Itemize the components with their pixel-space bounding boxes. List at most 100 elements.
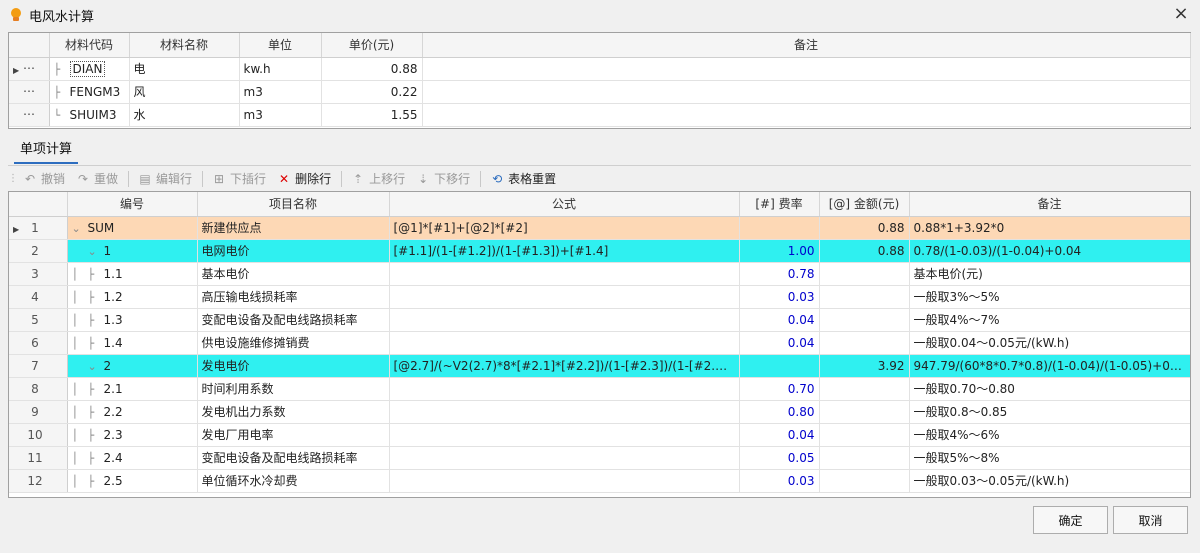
cell-rate[interactable]: 0.70 (739, 377, 820, 401)
cell-amount[interactable] (819, 308, 910, 332)
cell-formula[interactable] (389, 400, 740, 424)
tab-single-calc[interactable]: 单项计算 (14, 140, 79, 164)
table-row[interactable]: 9 │ ├ 2.2 发电机出力系数 0.80 一般取0.8～0.85 (9, 400, 1190, 424)
table-row[interactable]: 6 │ ├ 1.4 供电设施维修摊销费 0.04 一般取0.04～0.05元/(kW.h) (9, 331, 1190, 355)
cell-code[interactable]: │ ├ 2.4 (67, 446, 198, 470)
cell-note[interactable]: 一般取0.04～0.05元/(kW.h) (909, 331, 1190, 355)
cell-item-name[interactable]: 电网电价 (197, 239, 390, 263)
cell-code[interactable]: │ ├ 1.2 (67, 285, 198, 309)
ok-button[interactable]: 确定 (1033, 506, 1108, 534)
cell-note[interactable]: 一般取5%～8% (909, 446, 1190, 470)
table-row[interactable]: 10 │ ├ 2.3 发电厂用电率 0.04 一般取4%～6% (9, 423, 1190, 447)
row-header[interactable]: 10 (9, 423, 68, 447)
row-header[interactable]: 4 (9, 285, 68, 309)
row-header[interactable]: 3 (9, 103, 50, 127)
cell-amount[interactable] (819, 446, 910, 470)
cell-rate[interactable]: 0.03 (739, 469, 820, 493)
cell-name[interactable]: 风 (129, 80, 240, 104)
cell-rate[interactable]: 0.04 (739, 331, 820, 355)
cell-code[interactable]: │ ├ 2.2 (67, 400, 198, 424)
row-header[interactable]: 12 (9, 469, 68, 493)
cell-code[interactable]: │ ├ 2.1 (67, 377, 198, 401)
cell-amount[interactable] (819, 400, 910, 424)
cell-code[interactable]: │ ├ 2.5 (67, 469, 198, 493)
cell-rate[interactable]: 0.04 (739, 423, 820, 447)
cell-formula[interactable]: [@2.7]/(~V2(2.7)*8*[#2.1]*[#2.2])/(1-[#2… (389, 354, 740, 378)
cell-code[interactable]: ⌄ 1 (67, 239, 198, 263)
cell-amount[interactable] (819, 377, 910, 401)
col-header-formula[interactable]: 公式 (389, 192, 740, 217)
cell-formula[interactable] (389, 469, 740, 493)
row-header[interactable]: 11 (9, 446, 68, 470)
cell-item-name[interactable]: 单位循环水冷却费 (197, 469, 390, 493)
row-header[interactable]: 7 (9, 354, 68, 378)
table-row[interactable]: 12 │ ├ 2.5 单位循环水冷却费 0.03 一般取0.03～0.05元/(kW.h) (9, 469, 1190, 493)
cell-amount[interactable]: 3.92 (819, 354, 910, 378)
cell-note[interactable]: 0.88*1+3.92*0 (909, 216, 1190, 240)
cell-note[interactable]: 一般取4%～7% (909, 308, 1190, 332)
table-row[interactable]: 7 ⌄ 2 发电电价 [@2.7]/(~V2(2.7)*8*[#2.1]*[#2.2]… (9, 354, 1190, 378)
cell-note[interactable]: 基本电价(元) (909, 262, 1190, 286)
cell-amount[interactable] (819, 331, 910, 355)
cell-item-name[interactable]: 发电电价 (197, 354, 390, 378)
col-header-amount[interactable]: [@] 金额(元) (819, 192, 910, 217)
cell-rate[interactable]: 0.05 (739, 446, 820, 470)
expand-icon[interactable]: ⌄ (88, 360, 104, 373)
cell-formula[interactable] (389, 423, 740, 447)
table-row[interactable]: 11 │ ├ 2.4 变配电设备及配电线路损耗率 0.05 一般取5%～8% (9, 446, 1190, 470)
cell-price[interactable]: 0.88 (321, 57, 423, 81)
cell-code[interactable]: ⌄ SUM (67, 216, 198, 240)
cell-name[interactable]: 水 (129, 103, 240, 127)
row-header[interactable]: 3 (9, 262, 68, 286)
reset-table-button[interactable]: ⟲ 表格重置 (485, 168, 560, 190)
table-row[interactable]: 2 ⌄ 1 电网电价 [#1.1]/(1-[#1.2])/(1-[#1.3])+[#1… (9, 239, 1190, 263)
cell-rate[interactable] (739, 354, 820, 378)
insert-below-button[interactable]: ⊞ 下插行 (207, 168, 270, 190)
cell-code[interactable]: └ SHUIM3 (49, 103, 130, 127)
row-header[interactable]: 2 (9, 80, 50, 104)
cell-rate[interactable]: 1.00 (739, 239, 820, 263)
cell-code[interactable]: │ ├ 2.3 (67, 423, 198, 447)
cell-note[interactable]: 0.78/(1-0.03)/(1-0.04)+0.04 (909, 239, 1190, 263)
cell-rate[interactable]: 0.03 (739, 285, 820, 309)
col-header-note[interactable]: 备注 (909, 192, 1190, 217)
cell-rate[interactable]: 0.04 (739, 308, 820, 332)
table-row[interactable]: 2 ├ FENGM3 风 m3 0.22 (9, 80, 1191, 104)
cell-item-name[interactable]: 发电厂用电率 (197, 423, 390, 447)
cell-item-name[interactable]: 时间利用系数 (197, 377, 390, 401)
cell-rate[interactable]: 0.80 (739, 400, 820, 424)
col-header-code[interactable]: 材料代码 (49, 33, 130, 58)
expand-icon[interactable]: ⌄ (88, 245, 104, 258)
cell-note[interactable]: 一般取4%～6% (909, 423, 1190, 447)
cell-note[interactable]: 一般取0.03～0.05元/(kW.h) (909, 469, 1190, 493)
cell-formula[interactable] (389, 308, 740, 332)
row-header[interactable]: ▶ 1 (9, 216, 68, 240)
table-row[interactable]: 3 │ ├ 1.1 基本电价 0.78 基本电价(元) (9, 262, 1190, 286)
cell-rate[interactable]: 0.78 (739, 262, 820, 286)
col-header-price[interactable]: 单价(元) (321, 33, 423, 58)
cell-item-name[interactable]: 变配电设备及配电线路损耗率 (197, 308, 390, 332)
cell-note[interactable] (422, 103, 1191, 127)
row-header[interactable]: 9 (9, 400, 68, 424)
cell-formula[interactable] (389, 377, 740, 401)
col-header-code[interactable]: 编号 (67, 192, 198, 217)
table-row[interactable]: ▶ 1 ├ DIAN 电 kw.h 0.88 (9, 57, 1191, 81)
table-row[interactable]: 8 │ ├ 2.1 时间利用系数 0.70 一般取0.70～0.80 (9, 377, 1190, 401)
table-row[interactable]: ▶ 1 ⌄ SUM 新建供应点 [@1]*[#1]+[@2]*[#2] 0.88 0.88*1… (9, 216, 1190, 240)
cell-code[interactable]: │ ├ 1.1 (67, 262, 198, 286)
cell-amount[interactable]: 0.88 (819, 239, 910, 263)
cell-price[interactable]: 1.55 (321, 103, 423, 127)
col-header-unit[interactable]: 单位 (239, 33, 322, 58)
col-header-note[interactable]: 备注 (422, 33, 1191, 58)
cell-amount[interactable] (819, 469, 910, 493)
cell-item-name[interactable]: 变配电设备及配电线路损耗率 (197, 446, 390, 470)
row-header[interactable]: 6 (9, 331, 68, 355)
cell-formula[interactable]: [#1.1]/(1-[#1.2])/(1-[#1.3])+[#1.4] (389, 239, 740, 263)
cell-note[interactable]: 947.79/(60*8*0.7*0.8)/(1-0.04)/(1-0.05)+… (909, 354, 1190, 378)
cell-code[interactable]: ⌄ 2 (67, 354, 198, 378)
close-icon[interactable]: × (1172, 5, 1190, 24)
cell-note[interactable] (422, 80, 1191, 104)
cell-amount[interactable] (819, 262, 910, 286)
cell-formula[interactable] (389, 331, 740, 355)
cell-name[interactable]: 电 (129, 57, 240, 81)
